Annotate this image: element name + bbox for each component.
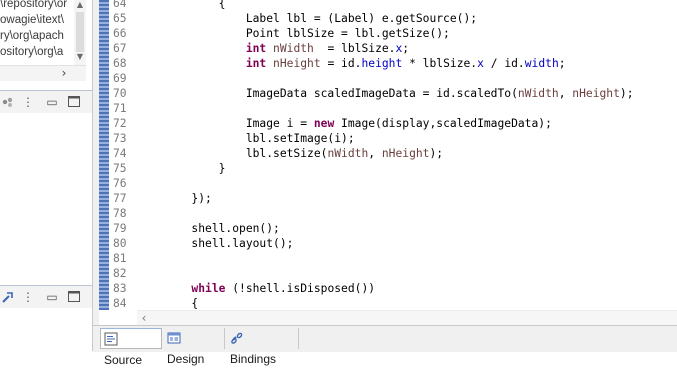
line-number: 81 [113, 252, 127, 265]
tab-label: Source [104, 353, 143, 367]
code-line[interactable]: ImageData scaledImageData = id.scaledTo(… [137, 86, 634, 101]
code-line[interactable]: int nWidth = lblSize.x; [137, 41, 409, 56]
view-body [0, 308, 92, 351]
horizontal-scrollbar[interactable]: › [0, 65, 86, 81]
line-number: 76 [113, 177, 127, 190]
tree-item[interactable]: \repository\or [0, 0, 67, 12]
tab-label: Bindings [230, 352, 277, 366]
line-number: 83 [113, 282, 127, 295]
line-number: 84 [113, 297, 127, 310]
code-line[interactable]: lbl.setImage(i); [137, 131, 355, 146]
view-menu-icon[interactable] [0, 91, 16, 113]
view-toolbar: ⋮ ▭ [0, 285, 92, 309]
left-panel: \repository\or owagie\itext\ ry\org\apac… [0, 0, 92, 351]
bindings-icon [230, 331, 244, 345]
view-toolbar: ⋮ ▭ [0, 90, 92, 114]
line-number: 75 [113, 162, 127, 175]
tree-item[interactable]: owagie\itext\ [0, 12, 64, 28]
code-line[interactable]: shell.open(); [137, 221, 279, 236]
line-number: 68 [113, 57, 127, 70]
source-icon [104, 332, 118, 346]
line-number: 82 [113, 267, 127, 280]
code-line[interactable]: Label lbl = (Label) e.getSource(); [137, 11, 477, 26]
view-body [0, 113, 92, 285]
collapse-icon[interactable] [0, 286, 16, 308]
tab-source[interactable]: Source [100, 328, 162, 367]
line-number: 73 [113, 132, 127, 145]
minimize-icon[interactable]: ▭ [44, 286, 60, 308]
line-number: 79 [113, 222, 127, 235]
scroll-thumb[interactable] [76, 12, 84, 52]
editor-horizontal-scrollbar[interactable]: ‹ [137, 310, 677, 326]
code-line[interactable]: lbl.setSize(nWidth, nHeight); [137, 146, 443, 161]
annotation-bar[interactable] [99, 0, 109, 310]
line-number: 66 [113, 27, 127, 40]
vertical-scrollbar[interactable]: ▲ ▼ [74, 0, 86, 65]
java-editor[interactable]: 64 65 66 67 68 69 70 71 72 73 74 75 76 77 78 79 80 81 82 83… [92, 0, 677, 367]
scroll-down-icon[interactable]: ▼ [74, 52, 86, 62]
code-line[interactable]: }); [137, 191, 211, 206]
tab-label: Design [167, 352, 205, 366]
tree-item[interactable]: ry\org\apach [0, 28, 64, 44]
scroll-up-icon[interactable]: ▲ [74, 0, 86, 10]
line-number: 65 [113, 12, 127, 25]
tab-bindings[interactable]: Bindings [227, 328, 299, 366]
line-number: 72 [113, 117, 127, 130]
code-line[interactable]: { [137, 0, 226, 11]
code-line[interactable]: Point lblSize = lbl.getSize(); [137, 26, 450, 41]
line-number: 78 [113, 207, 127, 220]
tree-item[interactable]: ository\org\a [0, 44, 63, 60]
line-number: 69 [113, 72, 127, 85]
line-number: 71 [113, 102, 127, 115]
scroll-right-icon[interactable]: › [58, 66, 70, 81]
line-number: 67 [113, 42, 127, 55]
code-line[interactable]: while (!shell.isDisposed()) [137, 281, 375, 296]
design-icon [167, 331, 181, 345]
code-line[interactable]: shell.layout(); [137, 236, 293, 251]
line-number: 74 [113, 147, 127, 160]
code-line[interactable]: } [137, 161, 226, 176]
maximize-icon[interactable] [66, 91, 82, 113]
scroll-left-icon[interactable]: ‹ [137, 311, 151, 326]
code-line[interactable]: Image i = new Image(display,scaledImageD… [137, 116, 552, 131]
line-number: 70 [113, 87, 127, 100]
line-number: 77 [113, 192, 127, 205]
more-options-icon[interactable]: ⋮ [20, 286, 36, 308]
line-number: 64 [113, 0, 127, 10]
editor-tab-bar: Source Design Bindings [93, 325, 677, 367]
code-area[interactable]: { Label lbl = (Label) e.getSource(); Poi… [137, 0, 677, 310]
tab-design[interactable]: Design [164, 328, 225, 366]
minimize-icon[interactable]: ▭ [44, 91, 60, 113]
more-options-icon[interactable]: ⋮ [20, 91, 36, 113]
code-line[interactable]: int nHeight = id.height * lblSize.x / id… [137, 56, 566, 71]
code-line[interactable]: { [137, 296, 198, 311]
line-number-gutter: 64 65 66 67 68 69 70 71 72 73 74 75 76 77 78 79 80 81 82 83… [109, 0, 137, 310]
line-number: 80 [113, 237, 127, 250]
maximize-icon[interactable] [66, 286, 82, 308]
